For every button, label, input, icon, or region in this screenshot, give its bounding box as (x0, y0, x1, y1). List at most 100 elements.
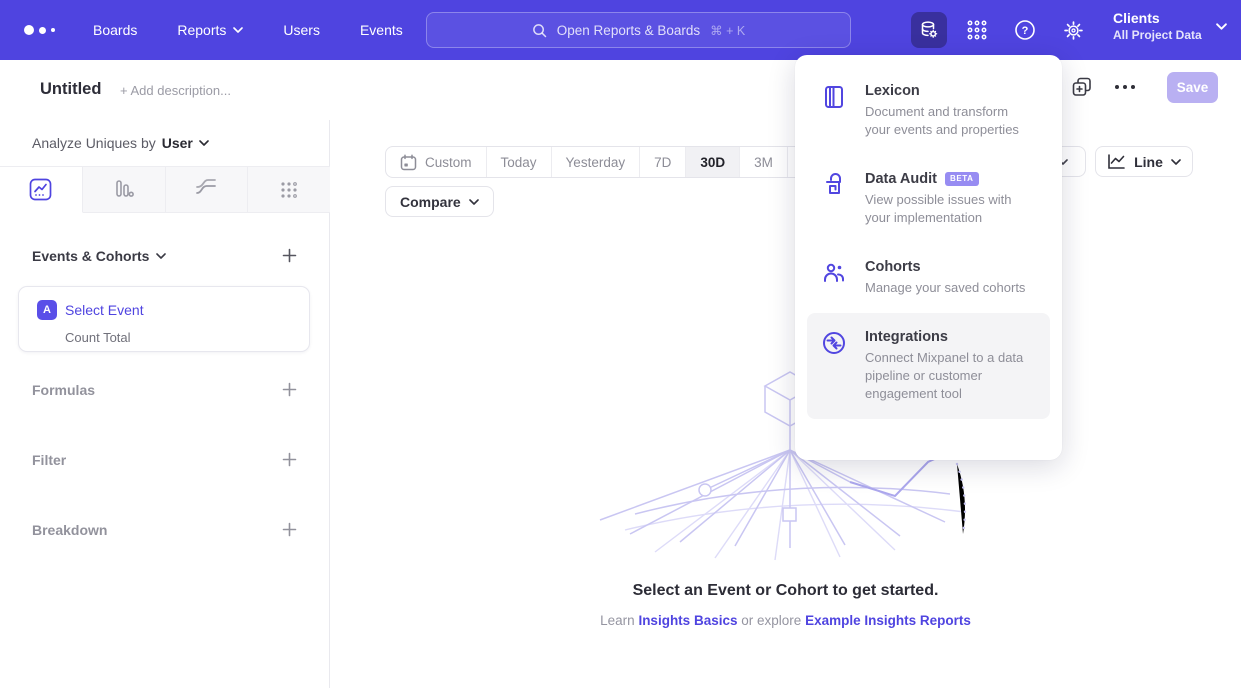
events-cohorts-label: Events & Cohorts (32, 248, 149, 264)
project-selector[interactable]: Clients All Project Data (1113, 10, 1227, 42)
events-cohorts-section: Events & Cohorts (0, 248, 330, 268)
cohorts-title: Cohorts (865, 259, 921, 275)
flow-icon (194, 178, 218, 202)
help-button[interactable]: ? (1007, 12, 1043, 48)
formulas-label: Formulas (32, 382, 95, 398)
data-audit-description: View possible issues with your implement… (865, 191, 1036, 227)
range-custom[interactable]: Custom (386, 147, 487, 177)
search-placeholder: Open Reports & Boards (557, 23, 700, 38)
global-search-input[interactable]: Open Reports & Boards ⌘ + K (426, 12, 851, 48)
tab-metrics[interactable] (248, 167, 330, 212)
insights-basics-link[interactable]: Insights Basics (638, 613, 737, 628)
tab-flow-chart[interactable] (166, 167, 249, 212)
report-description-placeholder[interactable]: + Add description... (120, 83, 231, 98)
events-cohorts-header[interactable]: Events & Cohorts (32, 248, 166, 264)
nav-boards-label: Boards (93, 22, 137, 38)
integrations-title: Integrations (865, 329, 948, 345)
book-icon (821, 84, 847, 139)
learn-text: Learn (600, 613, 635, 628)
gear-icon (1062, 19, 1085, 42)
chart-area: Custom Today Yesterday 7D 30D 3M 6M Comp… (330, 120, 1241, 688)
menu-item-integrations[interactable]: Integrations Connect Mixpanel to a data … (807, 313, 1050, 419)
range-today-label: Today (501, 155, 537, 170)
chevron-down-icon (156, 253, 166, 259)
range-30d-label: 30D (700, 155, 725, 170)
project-scope: All Project Data (1113, 28, 1202, 42)
range-today[interactable]: Today (487, 147, 552, 177)
save-button[interactable]: Save (1167, 72, 1218, 103)
chevron-down-icon (233, 27, 243, 33)
lexicon-title: Lexicon (865, 83, 920, 99)
data-management-button[interactable] (911, 12, 947, 48)
analyze-by-dropdown[interactable]: User (162, 135, 209, 151)
range-30d[interactable]: 30D (686, 147, 740, 177)
top-navbar: Boards Reports Users Events Open Reports… (0, 0, 1241, 60)
mixpanel-insights-screen: Boards Reports Users Events Open Reports… (0, 0, 1241, 688)
add-formula-button[interactable] (282, 382, 297, 397)
nav-users[interactable]: Users (283, 22, 320, 38)
settings-button[interactable] (1055, 12, 1091, 48)
breakdown-label: Breakdown (32, 522, 107, 538)
event-card[interactable]: A Select Event Count Total (18, 286, 310, 352)
line-chart-mini-icon (1107, 153, 1126, 170)
svg-text:?: ? (1022, 25, 1029, 37)
add-event-button[interactable] (282, 248, 297, 263)
range-yesterday-label: Yesterday (566, 155, 626, 170)
ellipsis-icon (1114, 84, 1136, 90)
add-filter-button[interactable] (282, 452, 297, 467)
range-3m-label: 3M (754, 155, 773, 170)
count-total-label[interactable]: Count Total (65, 330, 131, 345)
select-event-label[interactable]: Select Event (65, 302, 144, 318)
filter-label: Filter (32, 452, 66, 468)
range-yesterday[interactable]: Yesterday (552, 147, 641, 177)
menu-item-cohorts[interactable]: Cohorts Manage your saved cohorts (807, 243, 1050, 313)
analyze-by-label: Analyze Uniques by (32, 135, 156, 151)
chart-type-tabbar (0, 166, 330, 213)
cohorts-description: Manage your saved cohorts (865, 279, 1025, 297)
breakdown-section: Breakdown (0, 522, 330, 542)
chevron-down-icon (199, 140, 209, 146)
add-breakdown-button[interactable] (282, 522, 297, 537)
nav-events[interactable]: Events (360, 22, 403, 38)
date-range-control: Custom Today Yesterday 7D 30D 3M 6M (385, 146, 836, 178)
menu-item-lexicon[interactable]: Lexicon Document and transform your even… (807, 67, 1050, 155)
chevron-down-icon (1171, 159, 1181, 165)
filter-section: Filter (0, 452, 330, 472)
audit-icon (821, 172, 847, 227)
plus-icon (282, 452, 297, 467)
event-series-badge: A (37, 300, 57, 320)
data-management-menu: Lexicon Document and transform your even… (795, 55, 1062, 460)
chart-type-dropdown[interactable]: Line (1095, 146, 1193, 177)
bar-chart-icon (112, 178, 135, 201)
tab-bar-chart[interactable] (83, 167, 166, 212)
more-options-button[interactable] (1112, 78, 1138, 96)
plus-icon (282, 382, 297, 397)
search-icon (532, 23, 547, 38)
plus-icon (282, 522, 297, 537)
compare-label: Compare (400, 194, 461, 210)
compare-button[interactable]: Compare (385, 186, 494, 217)
line-chart-icon (29, 178, 52, 201)
menu-item-data-audit[interactable]: Data Audit BETA View possible issues wit… (807, 155, 1050, 243)
calendar-icon (400, 154, 417, 171)
range-7d[interactable]: 7D (640, 147, 686, 177)
nav-users-label: Users (283, 22, 320, 38)
mixpanel-logo-icon[interactable] (24, 25, 55, 35)
duplicate-button[interactable] (1070, 75, 1094, 99)
integrations-description: Connect Mixpanel to a data pipeline or c… (865, 349, 1036, 403)
example-reports-link[interactable]: Example Insights Reports (805, 613, 971, 628)
query-sidebar: Analyze Uniques by User (0, 120, 330, 688)
explore-text: or explore (741, 613, 801, 628)
dots-grid-icon (278, 179, 300, 201)
nav-reports[interactable]: Reports (177, 22, 243, 38)
nav-reports-label: Reports (177, 22, 226, 38)
search-shortcut: ⌘ + K (710, 23, 745, 38)
help-icon: ? (1013, 18, 1037, 42)
report-title[interactable]: Untitled (40, 80, 101, 99)
apps-grid-button[interactable] (959, 12, 995, 48)
range-3m[interactable]: 3M (740, 147, 788, 177)
tab-line-chart[interactable] (0, 167, 83, 213)
range-custom-label: Custom (425, 155, 472, 170)
nav-boards[interactable]: Boards (93, 22, 137, 38)
top-icon-group: ? (911, 12, 1091, 48)
